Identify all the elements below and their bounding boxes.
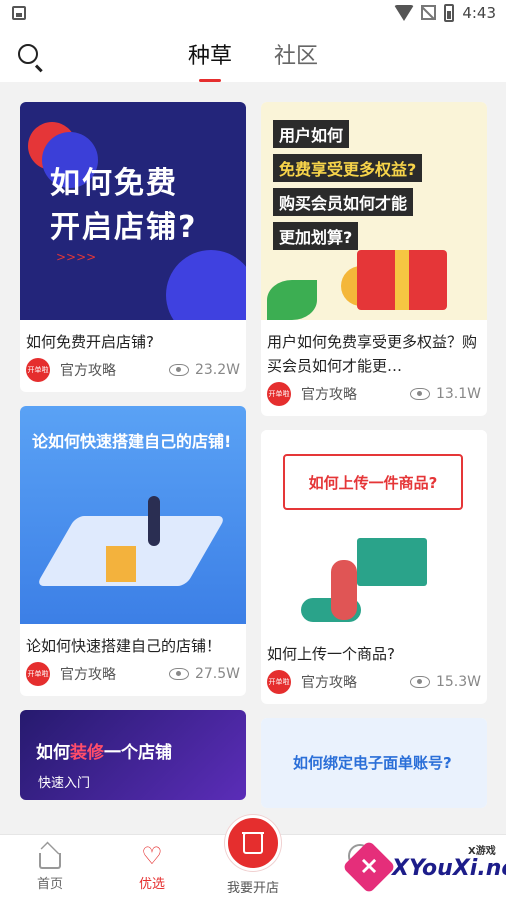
view-count: 15.3W (435, 674, 481, 690)
nav-open-store[interactable]: 我要开店 (213, 815, 293, 896)
thumbnail-line: 更加划算? (273, 222, 359, 250)
home-icon-body (39, 853, 61, 869)
article-thumbnail: 论如何快速搭建自己的店铺! (20, 406, 246, 624)
battery-icon (444, 4, 454, 22)
article-meta: 开单啦 官方攻略 15.3W (261, 666, 487, 704)
author-name: 官方攻略 (301, 387, 357, 403)
wifi-icon (394, 5, 414, 21)
nav-label: 优选 (138, 877, 165, 892)
avatar: 开单啦 (26, 662, 50, 686)
nav-label: 首页 (36, 877, 63, 892)
article-card[interactable]: 如何上传一件商品? 如何上传一个商品? 开单啦 官方攻略 15.3W (261, 430, 487, 704)
view-count: 13.1W (435, 386, 481, 402)
eye-icon (409, 388, 430, 400)
view-count: 23.2W (194, 362, 240, 378)
watermark-logo-icon (342, 840, 396, 894)
article-card[interactable]: 用户如何 免费享受更多权益? 购买会员如何才能 更加划算? 用户如何免费享受更多… (261, 102, 487, 416)
thumbnail-line: 开启店铺? (50, 210, 198, 245)
status-time: 4:43 (462, 4, 496, 22)
article-thumbnail: 用户如何 免费享受更多权益? 购买会员如何才能 更加划算? (261, 102, 487, 320)
thumbnail-line: 一个店铺 (104, 743, 172, 763)
tab-community[interactable]: 社区 (272, 38, 320, 70)
home-icon (37, 841, 63, 869)
watermark-text: XYouXi.net (392, 856, 506, 881)
gift-box-illustration (357, 250, 447, 310)
tab-bar: 种草 社区 (0, 38, 506, 70)
status-bar: 4:43 (0, 0, 506, 28)
top-header: 种草 社区 (0, 28, 506, 82)
nav-label: 我要开店 (226, 881, 279, 896)
article-card[interactable]: 如何免费 开启店铺? >>>> 如何免费开启店铺? 开单啦 官方攻略 23.2W (20, 102, 246, 392)
watermark-top: X游戏 (468, 846, 496, 857)
author-name: 官方攻略 (301, 675, 357, 691)
eye-icon (409, 676, 430, 688)
bottom-navigation: 首页 ♡ 优选 我要开店 X游戏 XYouXi.net (0, 815, 506, 900)
decor-circle (166, 250, 246, 320)
tab-zhongcao[interactable]: 种草 (186, 38, 234, 70)
article-meta: 开单啦 官方攻略 27.5W (20, 658, 246, 696)
eye-icon (168, 668, 189, 680)
nav-featured[interactable]: ♡ 优选 (112, 843, 192, 892)
feed-column-left: 如何免费 开启店铺? >>>> 如何免费开启店铺? 开单啦 官方攻略 23.2W… (20, 102, 246, 814)
thumbnail-line: 如何 (36, 743, 70, 763)
open-store-button[interactable] (225, 815, 281, 871)
heart-glyph: ♡ (141, 842, 163, 870)
avatar: 开单啦 (267, 382, 291, 406)
author-name: 官方攻略 (60, 667, 116, 683)
article-thumbnail: 如何免费 开启店铺? >>>> (20, 102, 246, 320)
article-feed[interactable]: 如何免费 开启店铺? >>>> 如何免费开启店铺? 开单啦 官方攻略 23.2W… (0, 82, 506, 834)
article-card[interactable]: 论如何快速搭建自己的店铺! 论如何快速搭建自己的店铺！ 开单啦 官方攻略 27.… (20, 406, 246, 696)
article-card[interactable]: 如何装修一个店铺 快速入门 (20, 710, 246, 800)
heart-icon: ♡ (139, 843, 165, 869)
screen-illustration (357, 538, 427, 586)
avatar: 开单啦 (267, 670, 291, 694)
article-card[interactable]: 如何绑定电子面单账号? (261, 718, 487, 808)
thumbnail-line: 如何免费 (50, 166, 178, 201)
article-meta: 开单啦 官方攻略 23.2W (20, 354, 246, 392)
article-meta: 开单啦 官方攻略 13.1W (261, 378, 487, 416)
store-icon (242, 832, 264, 854)
article-thumbnail: 如何上传一件商品? (261, 430, 487, 632)
thumbnail-text: 如何绑定电子面单账号? (293, 754, 452, 772)
thumbnail-text: 论如何快速搭建自己的店铺! (32, 432, 232, 451)
article-title: 如何免费开启店铺? (26, 333, 154, 351)
thumbnail-text: 如何装修一个店铺 (36, 738, 172, 763)
avatar: 开单啦 (26, 358, 50, 382)
thumbnail-line: 用户如何 (273, 120, 350, 148)
thumbnail-subtext: 快速入门 (38, 776, 91, 791)
article-thumbnail: 如何装修一个店铺 快速入门 (20, 710, 246, 800)
no-signal-icon (421, 5, 436, 20)
author-name: 官方攻略 (60, 363, 116, 379)
thumbnail-line: 免费享受更多权益? (273, 154, 423, 182)
thumbnail-text: 如何免费 开启店铺? (50, 162, 197, 250)
feed-column-right: 用户如何 免费享受更多权益? 购买会员如何才能 更加划算? 用户如何免费享受更多… (261, 102, 487, 822)
article-title: 如何上传一个商品? (267, 645, 395, 663)
person-illustration (148, 496, 160, 546)
person-illustration (331, 560, 357, 620)
arrows-decor: >>>> (56, 250, 97, 264)
thumbnail-text: 如何上传一件商品? (283, 454, 463, 510)
thumbnail-line: 购买会员如何才能 (273, 188, 414, 216)
thumbnail-highlight: 装修 (70, 743, 104, 763)
view-count: 27.5W (194, 666, 240, 682)
gallery-icon (12, 6, 26, 20)
article-title: 用户如何免费享受更多权益？购买会员如何才能更… (267, 333, 478, 375)
nav-home[interactable]: 首页 (10, 841, 90, 892)
shopping-bag-illustration (106, 546, 136, 582)
eye-icon (168, 364, 189, 376)
leaf-illustration (267, 280, 317, 320)
article-thumbnail: 如何绑定电子面单账号? (261, 718, 487, 808)
article-title: 论如何快速搭建自己的店铺！ (26, 637, 222, 655)
watermark: X游戏 XYouXi.net (342, 840, 506, 894)
thumbnail-text: 用户如何 免费享受更多权益? 购买会员如何才能 更加划算? (273, 120, 423, 256)
